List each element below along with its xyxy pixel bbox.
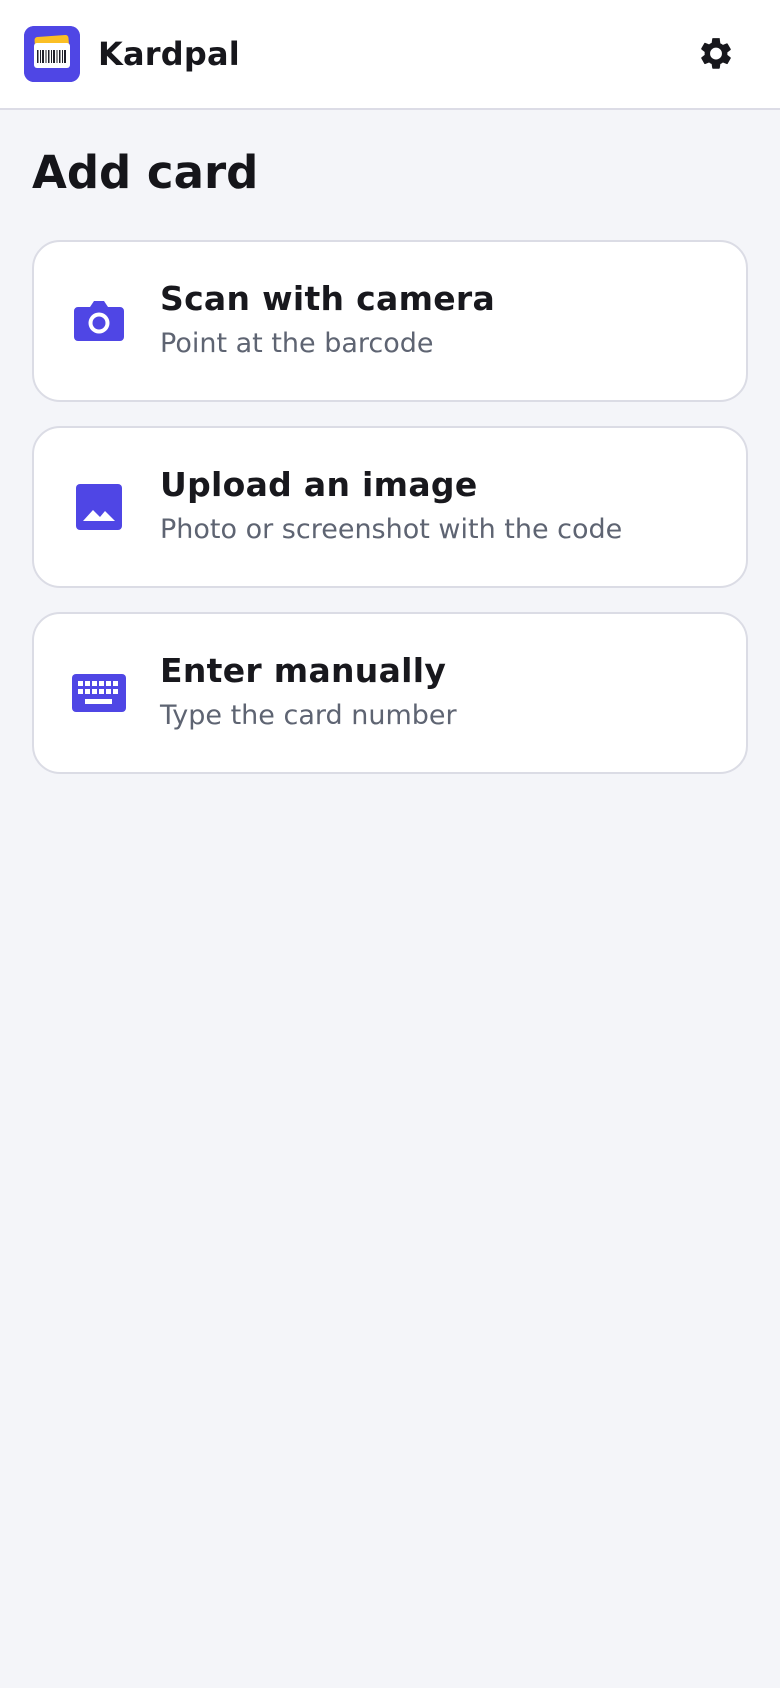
option-title: Enter manually bbox=[160, 651, 447, 691]
enter-manually-option[interactable]: Enter manually Type the card number bbox=[32, 611, 748, 774]
top-app-bar: Kardpal bbox=[0, 0, 780, 110]
manual-option-text: Enter manually Type the card number bbox=[160, 654, 457, 731]
add-card-content: Add card Scan with camera Point at the b… bbox=[0, 148, 780, 774]
option-title: Upload an image bbox=[160, 465, 478, 505]
app-name: Kardpal bbox=[98, 35, 240, 73]
upload-option-text: Upload an image Photo or screenshot with… bbox=[160, 468, 622, 545]
option-subtitle: Type the card number bbox=[160, 700, 457, 732]
barcode-card-icon bbox=[24, 26, 80, 82]
keyboard-icon bbox=[70, 664, 128, 722]
gear-icon bbox=[701, 38, 731, 69]
upload-image-option[interactable]: Upload an image Photo or screenshot with… bbox=[32, 425, 748, 588]
add-card-options: Scan with camera Point at the barcode Up… bbox=[32, 239, 748, 774]
option-subtitle: Photo or screenshot with the code bbox=[160, 514, 623, 546]
image-icon bbox=[70, 478, 128, 536]
option-title: Scan with camera bbox=[160, 279, 496, 319]
scan-option-text: Scan with camera Point at the barcode bbox=[160, 282, 495, 359]
option-subtitle: Point at the barcode bbox=[160, 328, 434, 360]
scan-with-camera-option[interactable]: Scan with camera Point at the barcode bbox=[32, 239, 748, 402]
app-screen: Kardpal Add card Scan with camera Point … bbox=[0, 0, 780, 1688]
page-title: Add card bbox=[32, 146, 259, 199]
settings-button[interactable] bbox=[690, 28, 742, 80]
camera-icon bbox=[70, 292, 128, 350]
